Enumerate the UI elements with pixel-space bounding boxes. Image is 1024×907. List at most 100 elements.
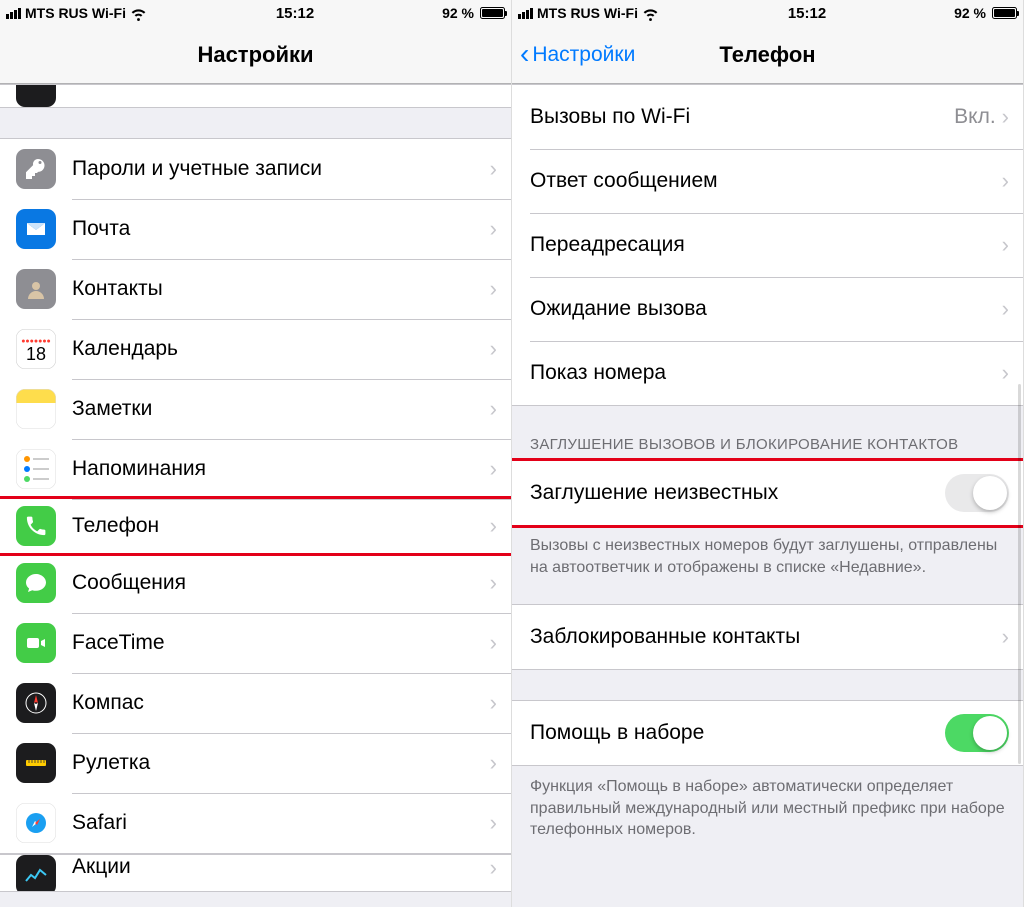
status-bar: MTS RUS Wi-Fi 15:12 92 % (512, 0, 1023, 26)
wifi-icon (642, 7, 660, 20)
status-time: 15:12 (276, 5, 314, 22)
sidebar-item-measure[interactable]: Рулетка › (0, 733, 511, 793)
list-item[interactable] (0, 85, 511, 107)
section-footer: Функция «Помощь в наборе» автоматически … (512, 766, 1023, 849)
sidebar-item-mail[interactable]: Почта › (0, 199, 511, 259)
app-icon (16, 85, 56, 107)
row-label: Контакты (72, 277, 490, 301)
row-label: Компас (72, 691, 490, 715)
chevron-right-icon: › (490, 570, 511, 596)
chevron-right-icon: › (490, 396, 511, 422)
row-forwarding[interactable]: Переадресация › (512, 213, 1023, 277)
status-bar: MTS RUS Wi-Fi 15:12 92 % (0, 0, 511, 26)
chevron-right-icon: › (490, 810, 511, 836)
wifi-icon (130, 7, 148, 20)
carrier-label: MTS RUS Wi-Fi (25, 5, 126, 21)
nav-header: Настройки (0, 26, 511, 84)
row-label: Напоминания (72, 457, 490, 481)
chevron-right-icon: › (490, 216, 511, 242)
mail-icon (16, 209, 56, 249)
chevron-right-icon: › (1002, 296, 1023, 322)
reminders-icon (16, 449, 56, 489)
row-label: Safari (72, 811, 490, 835)
key-icon (16, 149, 56, 189)
sidebar-item-compass[interactable]: Компас › (0, 673, 511, 733)
row-label: Переадресация (530, 233, 1002, 257)
messages-icon (16, 563, 56, 603)
settings-screen: MTS RUS Wi-Fi 15:12 92 % Настройки Па (0, 0, 512, 907)
row-label: Акции (72, 855, 490, 879)
toggle-silence-unknown[interactable] (945, 474, 1009, 512)
row-value: Вкл. (954, 105, 996, 129)
carrier-label: MTS RUS Wi-Fi (537, 5, 638, 21)
compass-icon (16, 683, 56, 723)
section-footer: Вызовы с неизвестных номеров будут заглу… (512, 525, 1023, 586)
chevron-right-icon: › (490, 750, 511, 776)
row-label: Сообщения (72, 571, 490, 595)
calendar-icon: ●●●●●●●18 (16, 329, 56, 369)
chevron-right-icon: › (490, 630, 511, 656)
sidebar-item-contacts[interactable]: Контакты › (0, 259, 511, 319)
chevron-right-icon: › (490, 456, 511, 482)
back-button[interactable]: ‹ Настройки (520, 41, 635, 69)
contacts-icon (16, 269, 56, 309)
sidebar-item-messages[interactable]: Сообщения › (0, 553, 511, 613)
sidebar-item-phone[interactable]: Телефон › (0, 496, 511, 556)
row-label: Ожидание вызова (530, 297, 1002, 321)
signal-icon (518, 8, 533, 19)
row-dial-assist[interactable]: Помощь в наборе (512, 701, 1023, 765)
row-label: Помощь в наборе (530, 721, 945, 745)
phone-icon (16, 506, 56, 546)
signal-icon (6, 8, 21, 19)
chevron-right-icon: › (1002, 232, 1023, 258)
sidebar-item-facetime[interactable]: FaceTime › (0, 613, 511, 673)
sidebar-item-reminders[interactable]: Напоминания › (0, 439, 511, 499)
row-label: Почта (72, 217, 490, 241)
sidebar-item-passwords[interactable]: Пароли и учетные записи › (0, 139, 511, 199)
phone-settings-screen: MTS RUS Wi-Fi 15:12 92 % ‹ Настройки Тел… (512, 0, 1024, 907)
chevron-right-icon: › (490, 336, 511, 362)
settings-list[interactable]: Пароли и учетные записи › Почта › Контак… (0, 84, 511, 907)
row-label: Рулетка (72, 751, 490, 775)
row-label: FaceTime (72, 631, 490, 655)
sidebar-item-notes[interactable]: Заметки › (0, 379, 511, 439)
battery-label: 92 % (954, 5, 986, 21)
notes-icon (16, 389, 56, 429)
toggle-dial-assist[interactable] (945, 714, 1009, 752)
row-label: Показ номера (530, 361, 1002, 385)
chevron-right-icon: › (490, 513, 511, 539)
row-label: Вызовы по Wi-Fi (530, 105, 954, 129)
safari-icon (16, 803, 56, 843)
chevron-left-icon: ‹ (520, 40, 529, 68)
status-time: 15:12 (788, 5, 826, 22)
facetime-icon (16, 623, 56, 663)
row-respond-text[interactable]: Ответ сообщением › (512, 149, 1023, 213)
battery-icon (480, 7, 505, 19)
chevron-right-icon: › (490, 276, 511, 302)
row-silence-unknown[interactable]: Заглушение неизвестных (512, 461, 1023, 525)
back-label: Настройки (532, 43, 635, 67)
row-blocked-contacts[interactable]: Заблокированные контакты › (512, 605, 1023, 669)
section-header: ЗАГЛУШЕНИЕ ВЫЗОВОВ И БЛОКИРОВАНИЕ КОНТАК… (512, 406, 1023, 461)
row-label: Ответ сообщением (530, 169, 1002, 193)
phone-settings-list[interactable]: Вызовы по Wi-Fi Вкл. › Ответ сообщением … (512, 84, 1023, 907)
chevron-right-icon: › (1002, 360, 1023, 386)
sidebar-item-safari[interactable]: Safari › (0, 793, 511, 853)
stocks-icon (16, 855, 56, 891)
row-label: Календарь (72, 337, 490, 361)
page-title: Настройки (0, 42, 511, 68)
chevron-right-icon: › (1002, 104, 1023, 130)
battery-icon (992, 7, 1017, 19)
row-caller-id[interactable]: Показ номера › (512, 341, 1023, 405)
scrollbar[interactable] (1018, 384, 1021, 764)
chevron-right-icon: › (490, 855, 511, 881)
row-label: Пароли и учетные записи (72, 157, 490, 181)
row-label: Заметки (72, 397, 490, 421)
sidebar-item-calendar[interactable]: ●●●●●●●18 Календарь › (0, 319, 511, 379)
row-call-waiting[interactable]: Ожидание вызова › (512, 277, 1023, 341)
row-label: Заблокированные контакты (530, 625, 1002, 649)
row-wifi-calling[interactable]: Вызовы по Wi-Fi Вкл. › (512, 85, 1023, 149)
chevron-right-icon: › (490, 690, 511, 716)
battery-label: 92 % (442, 5, 474, 21)
sidebar-item-stocks[interactable]: Акции › (0, 855, 511, 891)
